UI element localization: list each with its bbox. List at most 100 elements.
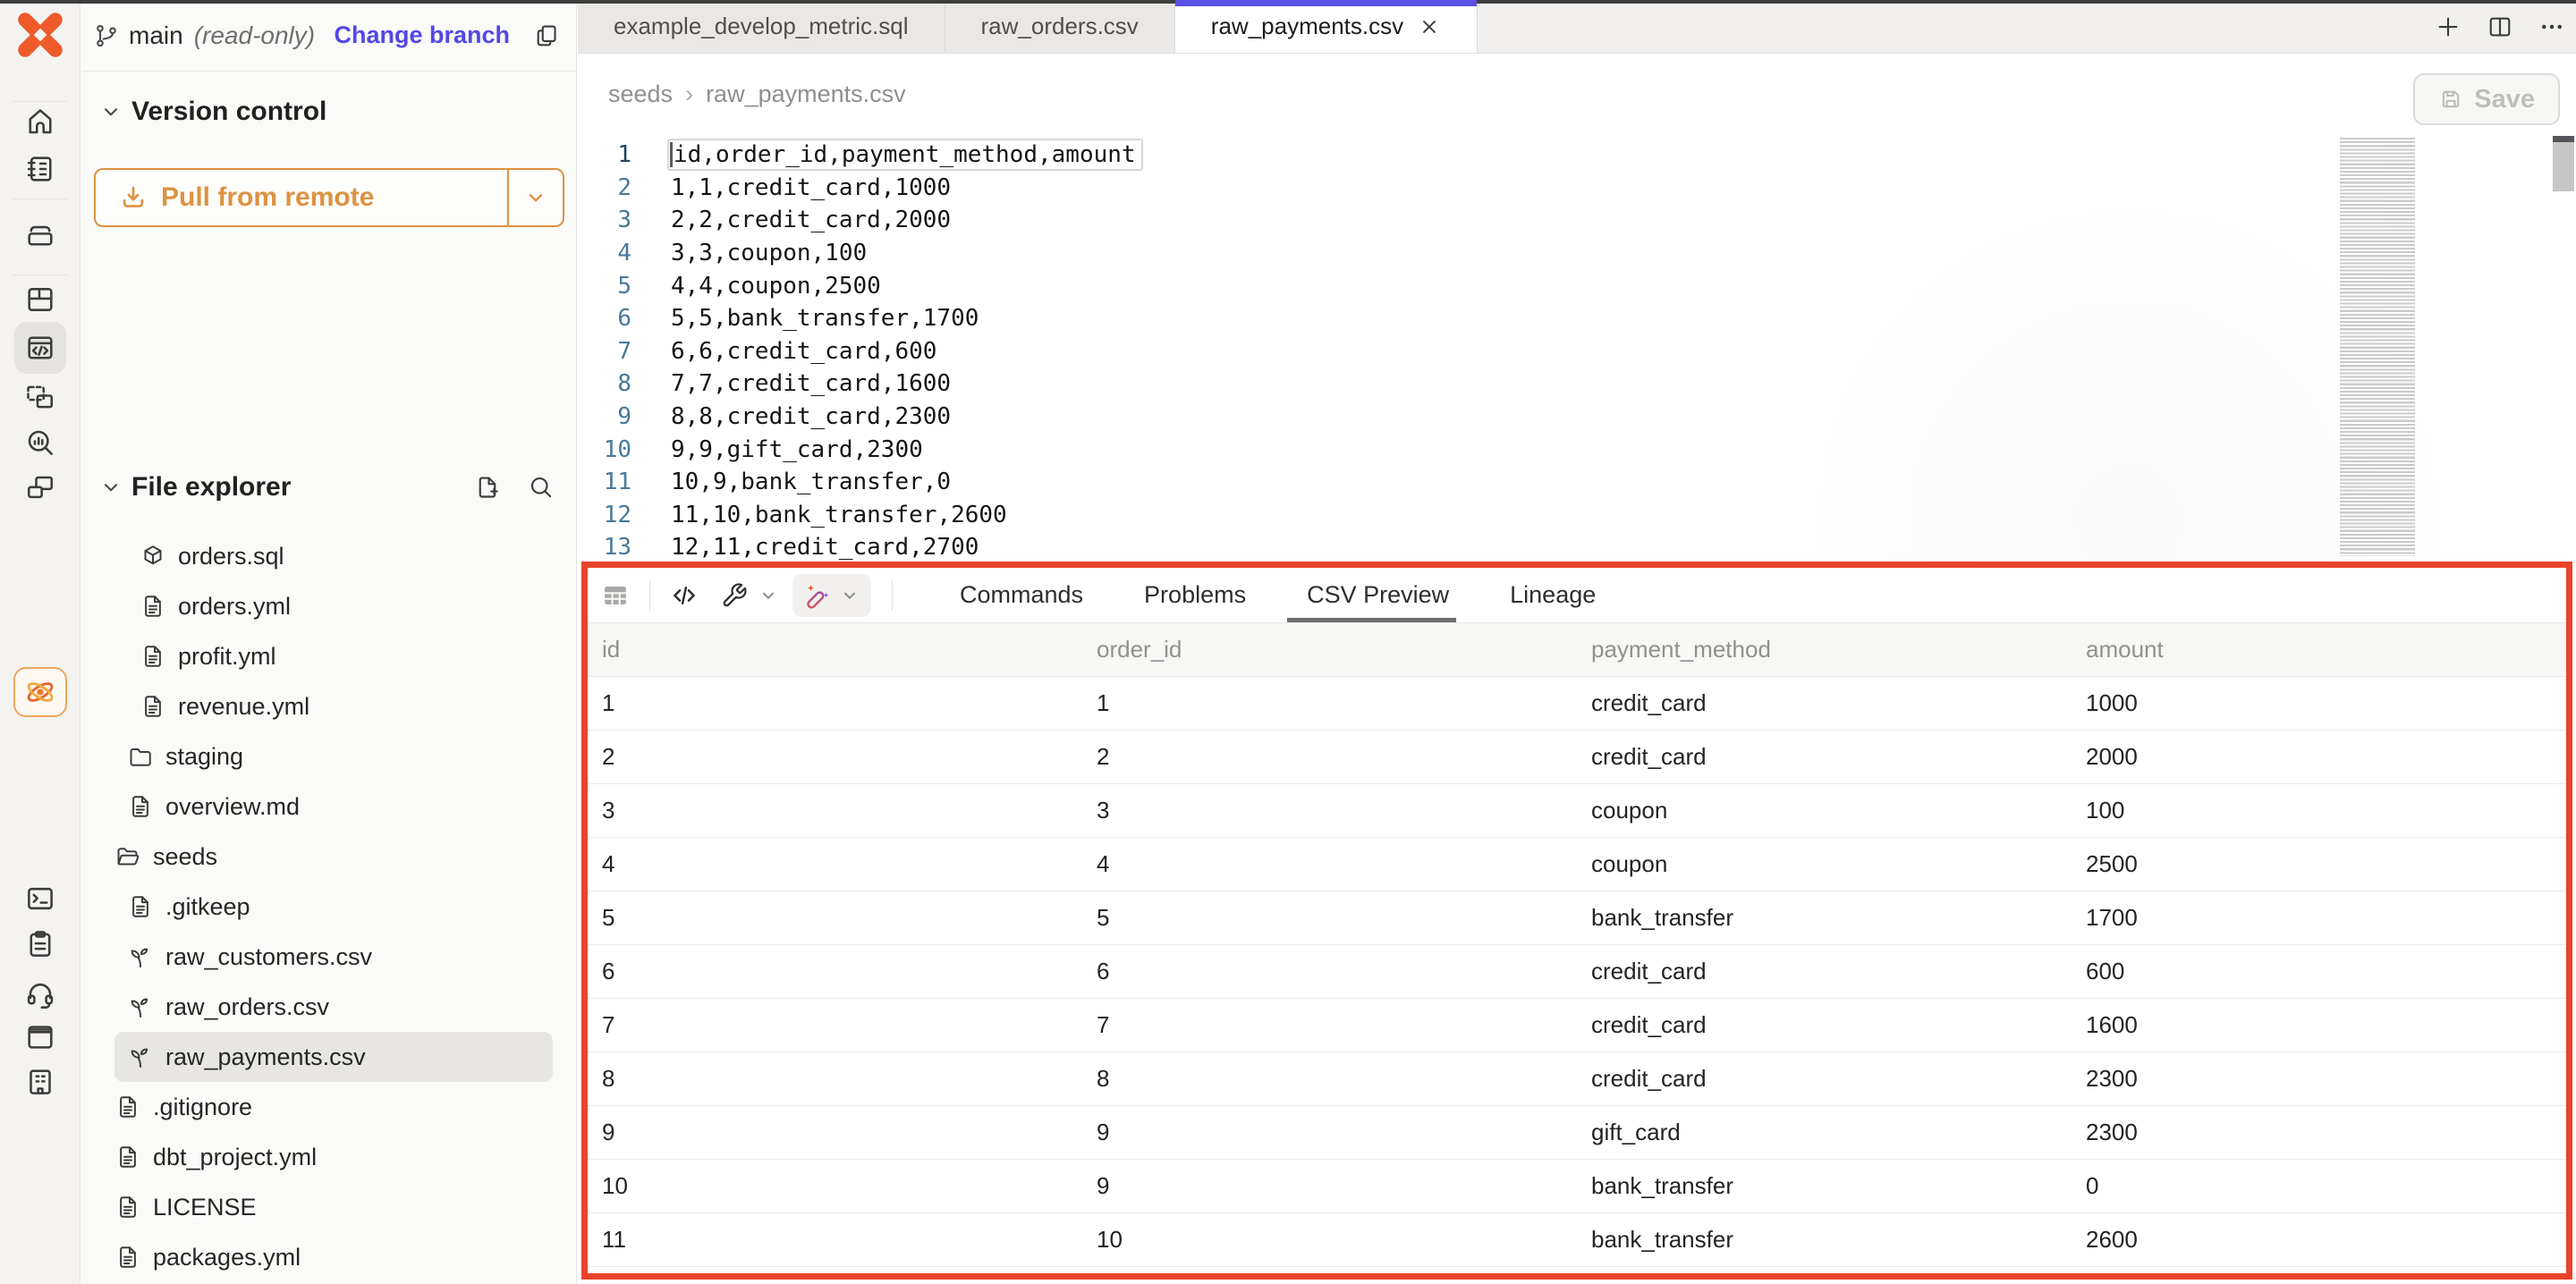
table-row[interactable]: 8 8 credit_card 2300 <box>588 1052 2566 1106</box>
results-panel-tab[interactable]: Commands <box>929 568 1114 622</box>
file-item[interactable]: .gitkeep <box>114 882 553 932</box>
code-line[interactable]: 8 7,7,credit_card,1600 <box>578 367 2576 401</box>
file-explorer-section-header[interactable]: File explorer <box>99 467 555 508</box>
table-row[interactable]: 12 11 credit_card 2700 <box>588 1267 2566 1280</box>
table-row[interactable]: 3 3 coupon 100 <box>588 784 2566 838</box>
home-icon[interactable] <box>24 106 56 138</box>
windows-icon[interactable] <box>24 472 56 504</box>
file-item[interactable]: orders.sql <box>114 531 553 581</box>
dbt-assistant-button[interactable] <box>13 667 67 717</box>
file-name: profit.yml <box>178 643 276 671</box>
file-item[interactable]: LICENSE <box>114 1182 553 1232</box>
new-tab-icon[interactable] <box>2435 13 2462 40</box>
table-row[interactable]: 1 1 credit_card 1000 <box>588 677 2566 731</box>
table-row[interactable]: 7 7 credit_card 1600 <box>588 999 2566 1052</box>
file-name: overview.md <box>165 793 300 821</box>
table-row[interactable]: 6 6 credit_card 600 <box>588 945 2566 999</box>
file-item[interactable]: raw_payments.csv <box>114 1032 553 1082</box>
clipboard-icon[interactable] <box>24 928 56 960</box>
file-item[interactable]: raw_orders.csv <box>114 982 553 1032</box>
file-item[interactable]: revenue.yml <box>114 681 553 731</box>
file-name: packages.yml <box>153 1244 301 1271</box>
save-button[interactable]: Save <box>2413 73 2560 125</box>
headset-icon[interactable] <box>24 978 56 1010</box>
organization-icon[interactable] <box>24 1066 56 1098</box>
ai-assist-dropdown[interactable] <box>792 574 871 617</box>
build-tools-dropdown[interactable] <box>721 582 778 609</box>
editor-minimap[interactable] <box>2340 138 2415 556</box>
search-icon[interactable] <box>528 474 555 501</box>
code-icon[interactable] <box>671 582 698 609</box>
code-line[interactable]: 10 9,9,gift_card,2300 <box>578 433 2576 466</box>
line-number: 1 <box>578 141 631 168</box>
code-line[interactable]: 13 12,11,credit_card,2700 <box>578 531 2576 562</box>
query-insights-icon[interactable] <box>24 427 56 459</box>
file-name: .gitkeep <box>165 893 250 921</box>
pull-options-dropdown[interactable] <box>507 170 563 225</box>
csv-column-header[interactable]: payment_method <box>1577 636 2072 663</box>
code-line[interactable]: 1 id,order_id,payment_method,amount <box>578 139 2576 172</box>
table-row[interactable]: 4 4 coupon 2500 <box>588 838 2566 891</box>
pull-from-remote-main[interactable]: Pull from remote <box>96 170 507 225</box>
table-row[interactable]: 11 10 bank_transfer 2600 <box>588 1213 2566 1267</box>
file-item[interactable]: staging <box>114 731 553 781</box>
table-row[interactable]: 5 5 bank_transfer 1700 <box>588 891 2566 945</box>
editor-tab[interactable]: raw_orders.csv <box>945 0 1175 53</box>
new-file-icon[interactable] <box>474 474 501 501</box>
code-line[interactable]: 6 5,5,bank_transfer,1700 <box>578 302 2576 335</box>
csv-column-header[interactable]: order_id <box>1082 636 1577 663</box>
results-panel-tab[interactable]: Lineage <box>1479 568 1626 622</box>
inbox-icon[interactable] <box>24 218 56 250</box>
table-row[interactable]: 9 9 gift_card 2300 <box>588 1106 2566 1160</box>
more-options-icon[interactable] <box>2538 13 2565 40</box>
code-line[interactable]: 2 1,1,credit_card,1000 <box>578 172 2576 205</box>
line-number: 12 <box>578 502 631 528</box>
table-row[interactable]: 10 9 bank_transfer 0 <box>588 1160 2566 1213</box>
cell-order-id: 5 <box>1082 904 1577 932</box>
dbt-logo-icon[interactable] <box>16 11 64 59</box>
file-type-icon <box>127 743 154 770</box>
change-branch-link[interactable]: Change branch <box>334 21 510 49</box>
split-editor-icon[interactable] <box>2487 13 2513 40</box>
version-control-section-header[interactable]: Version control <box>99 91 326 132</box>
code-line[interactable]: 5 4,4,coupon,2500 <box>578 269 2576 302</box>
close-icon[interactable] <box>1418 15 1441 38</box>
file-item[interactable]: profit.yml <box>114 631 553 681</box>
table-row[interactable]: 2 2 credit_card 2000 <box>588 731 2566 784</box>
csv-column-header[interactable]: id <box>588 636 1082 663</box>
code-line[interactable]: 3 2,2,credit_card,2000 <box>578 204 2576 237</box>
csv-column-header[interactable]: amount <box>2072 636 2566 663</box>
file-item[interactable]: orders.yml <box>114 581 553 631</box>
file-item[interactable]: raw_customers.csv <box>114 932 553 982</box>
editor-scrollbar-thumb[interactable] <box>2553 136 2574 191</box>
select-area-icon[interactable] <box>24 381 56 413</box>
cell-amount: 2500 <box>2072 850 2566 878</box>
code-editor-icon[interactable] <box>24 332 56 364</box>
table-icon[interactable] <box>602 582 629 609</box>
file-item[interactable]: packages.yml <box>114 1232 553 1282</box>
editor-tab[interactable]: raw_payments.csv <box>1175 0 1478 53</box>
code-line[interactable]: 4 3,3,coupon,100 <box>578 237 2576 270</box>
dashboard-icon[interactable] <box>24 283 56 316</box>
docs-icon[interactable] <box>24 1021 56 1053</box>
results-panel-tab[interactable]: Problems <box>1114 568 1276 622</box>
code-line[interactable]: 7 6,6,credit_card,600 <box>578 335 2576 368</box>
file-item[interactable]: dbt_project.yml <box>114 1132 553 1182</box>
results-panel-tab[interactable]: CSV Preview <box>1276 568 1479 622</box>
line-number: 4 <box>578 240 631 266</box>
notebook-icon[interactable] <box>24 153 56 185</box>
terminal-icon[interactable] <box>24 883 56 915</box>
cell-payment-method: bank_transfer <box>1577 1172 2072 1200</box>
code-line[interactable]: 12 11,10,bank_transfer,2600 <box>578 499 2576 532</box>
copy-icon[interactable] <box>533 22 560 49</box>
code-line[interactable]: 11 10,9,bank_transfer,0 <box>578 466 2576 499</box>
file-item[interactable]: .gitignore <box>114 1082 553 1132</box>
file-item[interactable]: overview.md <box>114 781 553 832</box>
file-item[interactable]: seeds <box>114 832 553 882</box>
breadcrumb-folder[interactable]: seeds <box>608 80 673 108</box>
pull-from-remote-button[interactable]: Pull from remote <box>94 168 564 227</box>
code-line[interactable]: 9 8,8,credit_card,2300 <box>578 401 2576 434</box>
toolbar-divider <box>649 580 650 611</box>
code-editor[interactable]: 1 id,order_id,payment_method,amount 2 1,… <box>578 134 2576 562</box>
editor-tab[interactable]: example_develop_metric.sql <box>578 0 945 53</box>
